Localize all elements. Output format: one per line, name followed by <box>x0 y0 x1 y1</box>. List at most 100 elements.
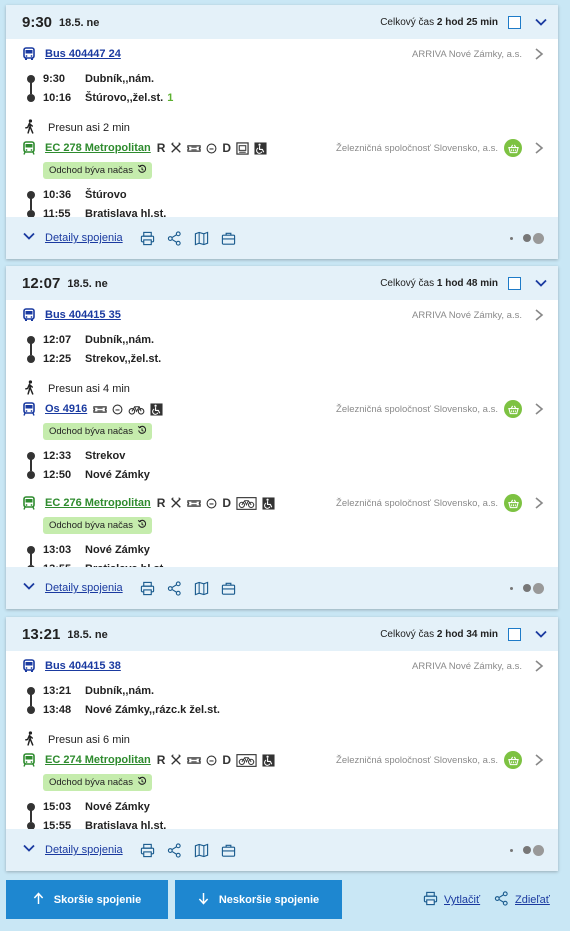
chevron-right-icon[interactable] <box>534 308 544 322</box>
chevron-down-icon[interactable] <box>534 276 548 290</box>
wheelchair-icon <box>262 753 275 767</box>
line-link[interactable]: Bus 404415 38 <box>45 660 121 672</box>
toggle-dots[interactable] <box>510 582 544 594</box>
stop-time: 9:30 <box>43 73 66 85</box>
later-connection-button[interactable]: Neskoršie spojenie <box>175 880 342 919</box>
stop-station: Nové Zámky <box>85 469 150 481</box>
ticket-icon <box>187 755 202 766</box>
line-link[interactable]: EC 274 Metropolitan <box>45 754 151 766</box>
bus-leg[interactable]: Bus 404447 24 ARRIVA Nové Zámky, a.s. <box>22 44 544 64</box>
carrier-name: Železničná spoločnosť Slovensko, a.s. <box>336 497 498 509</box>
connection-header[interactable]: 13:21 18.5. ne Celkový čas 2 hod 34 min <box>6 617 558 651</box>
departure-time: 13:21 <box>22 625 61 643</box>
punctuality-badge: Odchod býva načas <box>43 774 152 791</box>
history-icon <box>133 164 147 177</box>
stop-row: 15:03 Nové Zámky <box>22 798 150 816</box>
transfer-walk: Presun asi 4 min <box>24 380 130 398</box>
stop-row: 10:16 Štúrovo,,žel.st. 1 <box>22 89 173 107</box>
wheelchair-icon <box>262 496 275 510</box>
share-link[interactable]: Zdieľať <box>494 891 550 909</box>
connection-header[interactable]: 12:07 18.5. ne Celkový čas 1 hod 48 min <box>6 266 558 300</box>
carrier-name: ARRIVA Nové Zámky, a.s. <box>412 660 522 672</box>
badge-text: Odchod býva načas <box>49 777 133 788</box>
line-link[interactable]: EC 278 Metropolitan <box>45 142 151 154</box>
line-link[interactable]: EC 276 Metropolitan <box>45 497 151 509</box>
basket-icon[interactable] <box>504 400 522 418</box>
service-icons: RD <box>157 141 267 155</box>
briefcase-icon[interactable] <box>221 581 236 596</box>
chevron-down-icon[interactable] <box>534 15 548 29</box>
connection-header[interactable]: 9:30 18.5. ne Celkový čas 2 hod 25 min <box>6 5 558 39</box>
line-link[interactable]: Bus 404447 24 <box>45 48 121 60</box>
map-icon[interactable] <box>194 231 209 246</box>
punctuality-badge: Odchod býva načas <box>43 517 152 534</box>
toggle-dots[interactable] <box>510 844 544 856</box>
share-icon[interactable] <box>167 230 182 246</box>
earlier-label: Skoršie spojenie <box>53 893 142 906</box>
chevron-right-icon[interactable] <box>534 753 544 767</box>
bus-icon <box>22 308 36 322</box>
train-leg[interactable]: EC 276 Metropolitan R D Železničná spoločno… <box>22 493 544 513</box>
chevron-right-icon[interactable] <box>534 47 544 61</box>
print-icon[interactable] <box>140 581 155 596</box>
details-link[interactable]: Detaily spojenia <box>45 844 123 856</box>
print-icon[interactable] <box>140 843 155 858</box>
transfer-text: Presun asi 6 min <box>48 734 130 746</box>
chevron-down-icon[interactable] <box>22 229 36 248</box>
walk-icon <box>24 119 35 137</box>
basket-icon[interactable] <box>504 494 522 512</box>
earlier-connection-button[interactable]: Skoršie spojenie <box>6 880 168 919</box>
briefcase-icon[interactable] <box>221 843 236 858</box>
briefcase-icon[interactable] <box>221 231 236 246</box>
service-code: R <box>156 753 166 767</box>
train-leg[interactable]: Os 4916 Železničná spoločnosť Slovensko, … <box>22 399 544 419</box>
transfer-walk: Presun asi 2 min <box>24 119 130 137</box>
details-link[interactable]: Detaily spojenia <box>45 582 123 594</box>
line-link[interactable]: Bus 404415 35 <box>45 309 121 321</box>
stop-station: Štúrovo <box>85 189 127 201</box>
select-checkbox[interactable] <box>508 627 521 641</box>
transfer-text: Presun asi 4 min <box>48 383 130 395</box>
stop-time: 13:48 <box>43 704 72 716</box>
line-link[interactable]: Os 4916 <box>45 403 87 415</box>
carrier-name: Železničná spoločnosť Slovensko, a.s. <box>336 403 498 415</box>
badge-text: Odchod býva načas <box>49 165 133 176</box>
share-icon[interactable] <box>167 842 182 858</box>
chevron-right-icon[interactable] <box>534 659 544 673</box>
service-icons: RD <box>157 496 275 510</box>
print-icon[interactable] <box>140 231 155 246</box>
stop-station: Štúrovo,,žel.st. <box>85 92 164 104</box>
stop-row: 10:36 Štúrovo <box>22 186 127 204</box>
basket-icon[interactable] <box>504 751 522 769</box>
departure-time: 9:30 <box>22 13 53 31</box>
map-icon[interactable] <box>194 581 209 596</box>
share-icon[interactable] <box>167 580 182 596</box>
toggle-dots[interactable] <box>510 232 544 244</box>
wheelchair-icon <box>254 141 267 155</box>
select-checkbox[interactable] <box>508 276 521 290</box>
stop-time: 12:25 <box>43 353 72 365</box>
bus-leg[interactable]: Bus 404415 35 ARRIVA Nové Zámky, a.s. <box>22 305 544 325</box>
arrow-up-icon <box>33 891 54 908</box>
chevron-right-icon[interactable] <box>534 141 544 155</box>
share-icon <box>494 891 509 909</box>
chevron-down-icon[interactable] <box>22 841 36 860</box>
print-link[interactable]: Vytlačiť <box>423 891 480 909</box>
train-leg[interactable]: EC 274 Metropolitan R D Železničná spoločno… <box>22 750 544 770</box>
chevron-down-icon[interactable] <box>534 627 548 641</box>
stop-row: 13:48 Nové Zámky,,rázc.k žel.st. <box>22 701 220 719</box>
basket-icon[interactable] <box>504 139 522 157</box>
bus-leg[interactable]: Bus 404415 38 ARRIVA Nové Zámky, a.s. <box>22 656 544 676</box>
chevron-down-icon[interactable] <box>22 579 36 598</box>
train-icon <box>22 753 36 767</box>
map-icon[interactable] <box>194 843 209 858</box>
select-checkbox[interactable] <box>508 15 521 29</box>
bicycle-box-icon <box>236 753 257 767</box>
transfer-text: Presun asi 2 min <box>48 122 130 134</box>
chevron-right-icon[interactable] <box>534 496 544 510</box>
train-leg[interactable]: EC 278 Metropolitan R D Železničná spoločno… <box>22 138 544 158</box>
details-link[interactable]: Detaily spojenia <box>45 232 123 244</box>
restaurant-icon <box>170 142 182 154</box>
stop-station: Nové Zámky,,rázc.k žel.st. <box>85 704 220 716</box>
chevron-right-icon[interactable] <box>534 402 544 416</box>
